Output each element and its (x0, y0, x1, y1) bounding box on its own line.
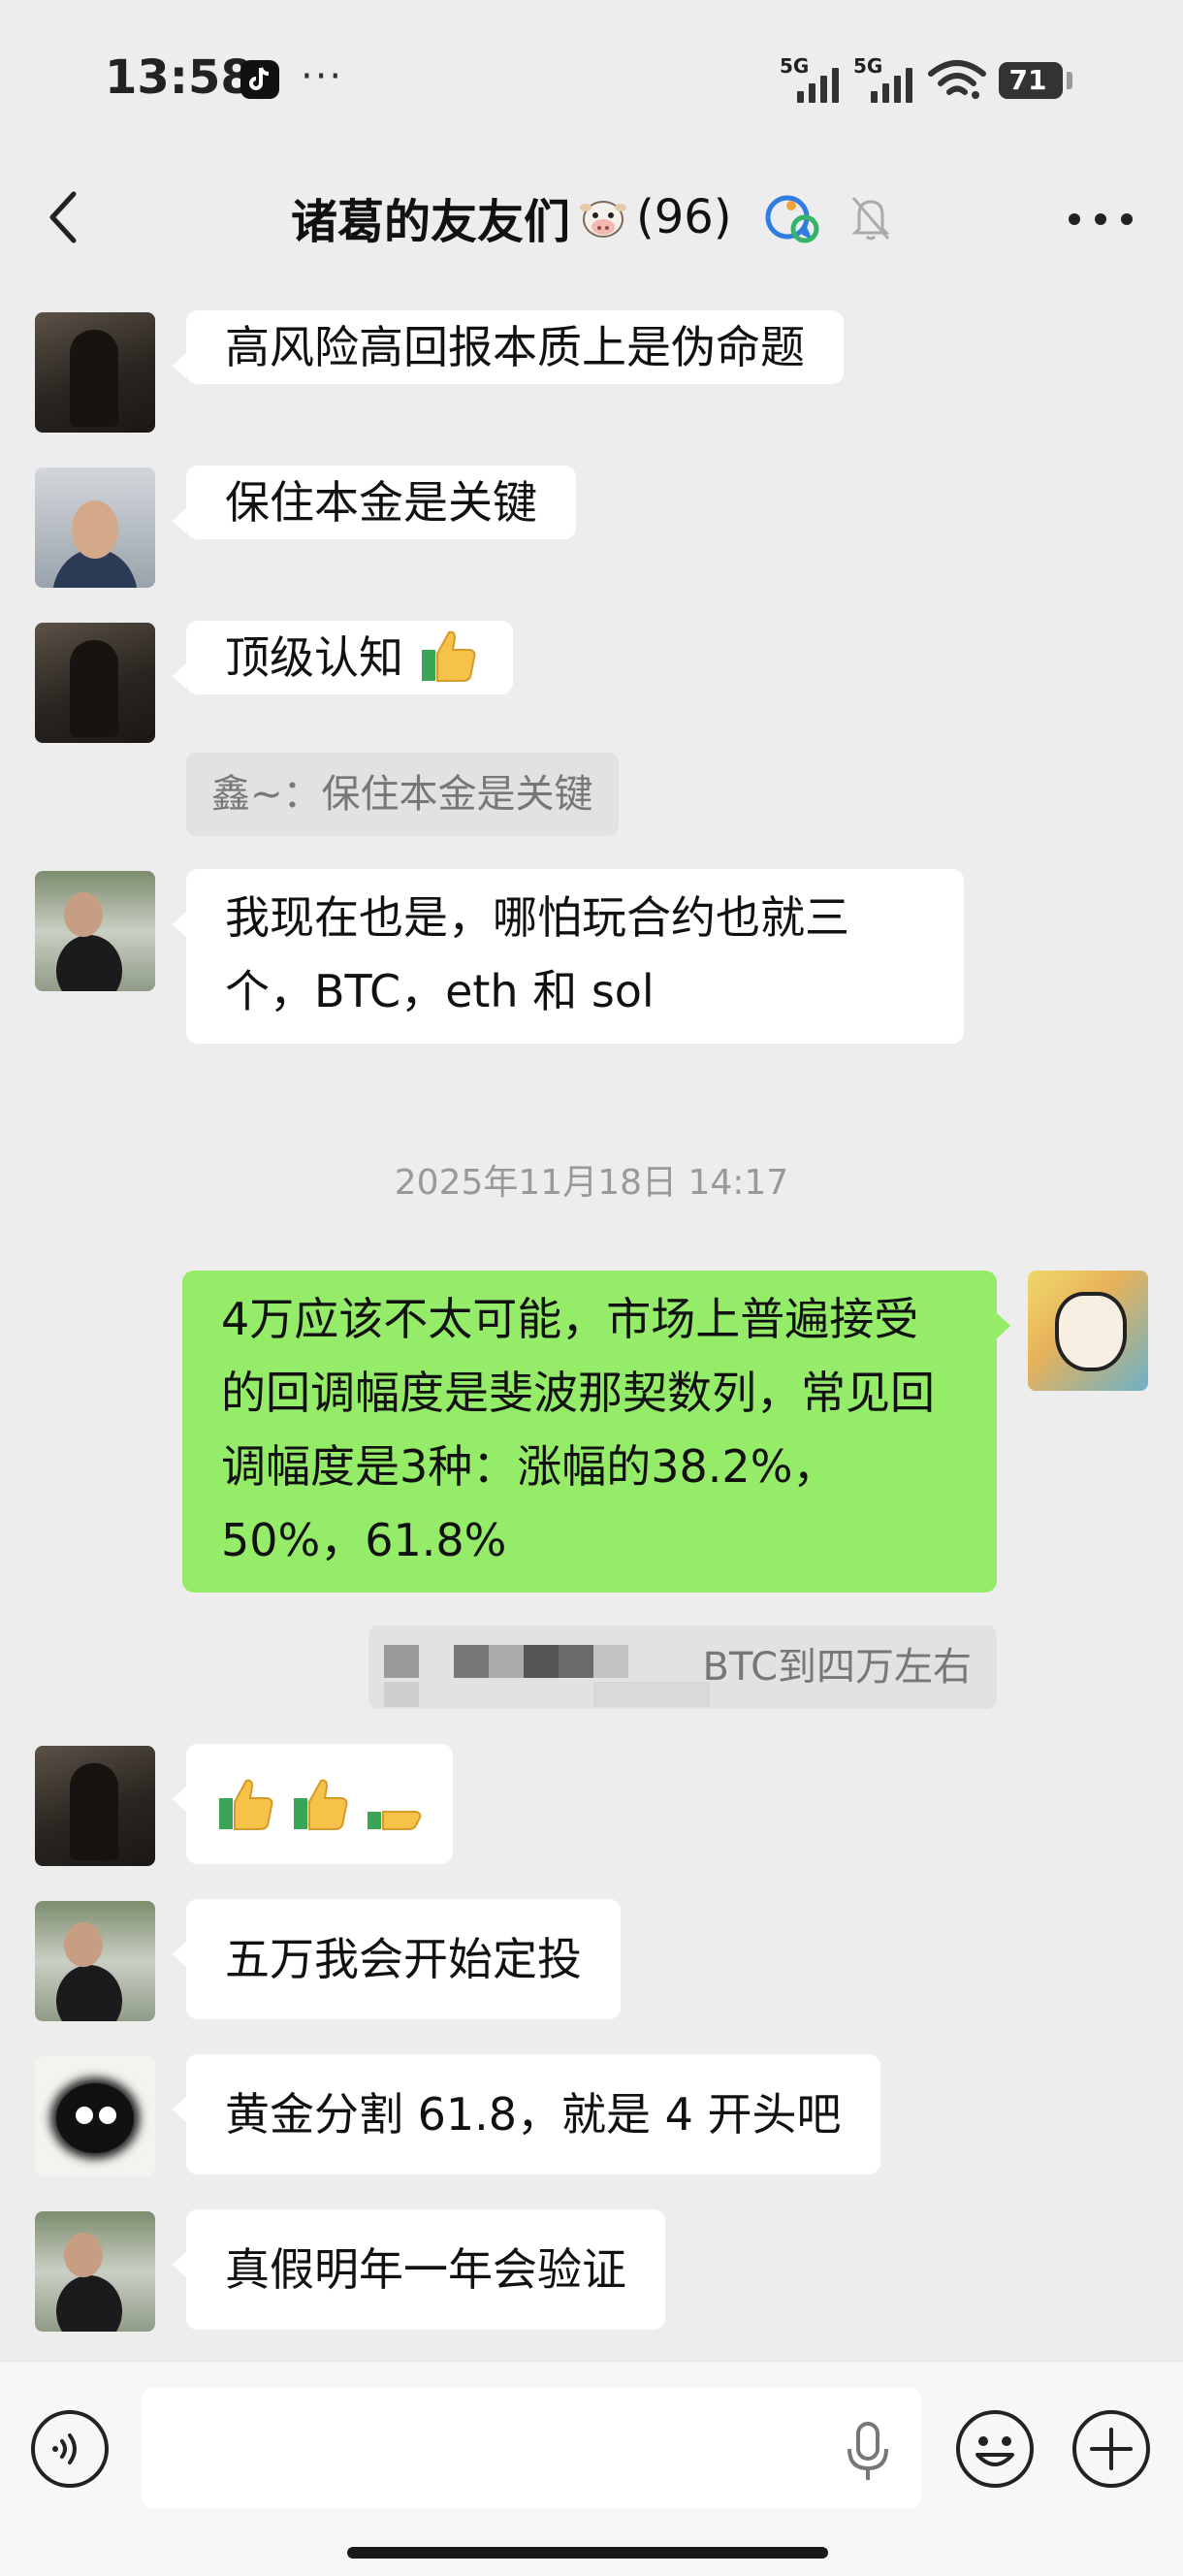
thumbs-up-emoji-icon (421, 630, 476, 682)
chat-title-group[interactable]: 诸葛的友友们 (96) (291, 186, 732, 249)
avatar[interactable] (35, 1901, 155, 2021)
avatar[interactable] (35, 623, 155, 743)
home-indicator[interactable] (347, 2547, 828, 2559)
message-text: 顶级认知 (225, 631, 403, 684)
avatar[interactable] (35, 871, 155, 991)
emoji-icon[interactable] (954, 2408, 1036, 2490)
message-bubble[interactable]: 高风险高回报本质上是伪命题 (173, 310, 844, 384)
chat-title: 诸葛的友友们 (291, 195, 571, 249)
cellular-signal-icon-2: 5G (853, 54, 921, 103)
chat-header: 诸葛的友友们 (96) (0, 145, 1183, 291)
more-options-icon[interactable] (1067, 213, 1135, 227)
battery-tip (1067, 72, 1072, 89)
tiktok-icon (240, 60, 279, 99)
battery-icon: 71 (999, 62, 1063, 99)
avatar[interactable] (35, 467, 155, 588)
message-bubble[interactable]: 黄金分割 61.8，就是 4 开头吧 (173, 2054, 880, 2174)
avatar[interactable] (35, 312, 155, 433)
member-count: (96) (636, 190, 732, 244)
cow-emoji-icon (580, 201, 627, 238)
message-bubble[interactable]: 顶级认知 (173, 621, 513, 694)
message-input[interactable] (142, 2387, 921, 2509)
my-message-bubble[interactable]: 4万应该不太可能，市场上普遍接受的回调幅度是斐波那契数列，常见回调幅度是3种：涨… (182, 1271, 1010, 1593)
battery-level: 71 (1008, 64, 1047, 96)
back-arrow-icon[interactable] (45, 186, 83, 248)
message-bubble[interactable]: 五万我会开始定投 (173, 1899, 621, 2019)
plus-icon[interactable] (1071, 2408, 1152, 2490)
message-bubble[interactable]: 真假明年一年会验证 (173, 2209, 665, 2330)
thumbs-up-emoji-icon (293, 1779, 348, 1830)
my-avatar[interactable] (1028, 1271, 1148, 1391)
avatar[interactable] (35, 2211, 155, 2332)
status-time: 13:58 (105, 50, 253, 105)
message-bubble[interactable]: 保住本金是关键 (173, 466, 576, 539)
message-bubble[interactable]: 我现在也是，哪怕玩合约也就三个，BTC，eth 和 sol (173, 869, 964, 1044)
status-dots: ··· (301, 54, 344, 99)
avatar[interactable] (35, 2056, 155, 2176)
thumbs-up-emoji-icon (219, 1779, 273, 1830)
voice-input-icon[interactable] (29, 2408, 111, 2490)
status-bar: 13:58 ··· 5G 5G 71 (0, 0, 1183, 145)
wifi-icon (928, 60, 986, 99)
avatar[interactable] (35, 1746, 155, 1866)
thumbs-up-emoji-icon (368, 1811, 422, 1830)
group-chat-icon (765, 195, 819, 243)
input-bar (0, 2361, 1183, 2576)
message-bubble[interactable] (172, 1744, 454, 1864)
mute-bell-icon (851, 197, 890, 241)
quoted-message-text: BTC到四万左右 (702, 1645, 972, 1690)
quoted-message[interactable]: 鑫~：保住本金是关键 (186, 753, 619, 836)
timestamp-divider: 2025年11月18日 14:17 (394, 1163, 789, 1203)
cellular-signal-icon: 5G (780, 54, 847, 103)
microphone-icon[interactable] (844, 2420, 892, 2482)
